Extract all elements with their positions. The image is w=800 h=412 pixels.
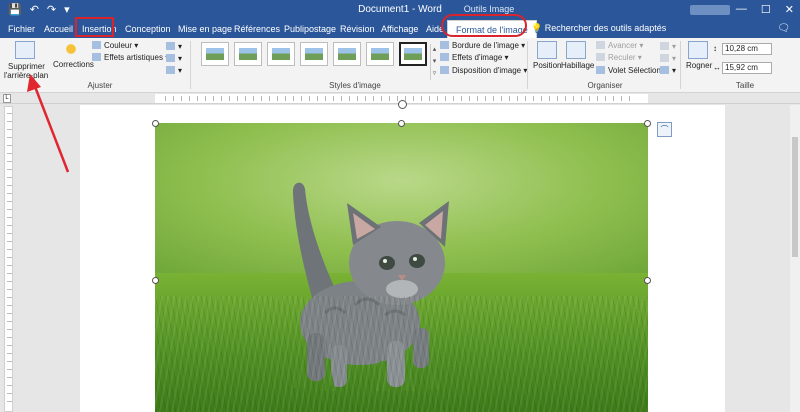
align-icon[interactable]: ▾ xyxy=(660,42,676,52)
send-backward-icon xyxy=(596,53,605,61)
wrap-text-icon xyxy=(566,41,586,59)
selection-pane-label: Volet Sélection xyxy=(608,66,661,75)
send-backward-label: Reculer xyxy=(608,53,636,62)
artistic-effects-icon xyxy=(92,53,101,61)
artistic-effects-label: Effets artistiques xyxy=(104,53,163,62)
picture-effects-label: Effets d'image xyxy=(452,53,503,62)
selection-pane-icon xyxy=(596,66,605,74)
selection-pane-button[interactable]: Volet Sélection xyxy=(596,66,661,76)
document-title: Document1 - Word xyxy=(358,4,442,15)
tab-references[interactable]: Références xyxy=(234,23,280,35)
picture-style-5[interactable] xyxy=(333,42,361,66)
resize-handle-top-right[interactable] xyxy=(644,120,651,127)
group-icon[interactable]: ▾ xyxy=(660,54,676,64)
tab-mise-en-page[interactable]: Mise en page xyxy=(178,23,232,35)
bring-forward-icon xyxy=(596,41,605,49)
picture-style-6[interactable] xyxy=(366,42,394,66)
picture-layout-icon xyxy=(440,66,449,74)
tell-me-search[interactable]: 💡 Rechercher des outils adaptés xyxy=(531,23,666,34)
color-label: Couleur xyxy=(104,41,133,50)
height-field[interactable]: 10,28 cm xyxy=(722,43,772,55)
picture-border-button[interactable]: Bordure de l'image ▾ xyxy=(440,41,525,51)
crop-label: Rogner xyxy=(686,61,713,70)
picture-style-7[interactable] xyxy=(399,42,427,66)
picture-border-icon xyxy=(440,41,449,49)
format-tab-highlight xyxy=(441,14,527,37)
color-button[interactable]: Couleur ▾ xyxy=(92,41,138,51)
remove-background-icon xyxy=(15,41,35,59)
ribbon-tabs: Fichier Accueil Insertion Conception Mis… xyxy=(0,20,800,38)
styles-group-label: Styles d'image xyxy=(329,81,381,90)
width-icon: ↔ xyxy=(713,63,721,72)
rotate-handle[interactable] xyxy=(398,100,407,109)
tell-me-label: Rechercher des outils adaptés xyxy=(544,23,667,33)
separator xyxy=(190,41,191,89)
tab-conception[interactable]: Conception xyxy=(125,23,171,35)
color-icon xyxy=(92,41,101,49)
tab-fichier[interactable]: Fichier xyxy=(8,23,35,35)
comments-icon[interactable]: 🗨 xyxy=(777,23,790,34)
picture-style-1[interactable] xyxy=(201,42,229,66)
position-label: Position xyxy=(533,61,562,70)
close-button[interactable]: ✕ xyxy=(785,3,794,16)
reset-picture-icon[interactable]: ▾ xyxy=(166,66,182,76)
vertical-ruler[interactable] xyxy=(4,106,13,412)
gallery-scroll[interactable]: ▴ ▾ ▿ xyxy=(430,44,438,80)
layout-options-icon[interactable]: ⌒ xyxy=(657,122,672,137)
kitten-figure xyxy=(292,182,449,392)
sun-icon xyxy=(63,41,79,57)
picture-layout-button[interactable]: Disposition d'image ▾ xyxy=(440,66,527,76)
remove-background-label-2: l'arrière-plan xyxy=(4,71,49,80)
tab-selector[interactable]: L xyxy=(3,94,11,103)
resize-handle-left[interactable] xyxy=(152,277,159,284)
picture-layout-label: Disposition d'image xyxy=(452,66,522,75)
insertion-tab-highlight xyxy=(75,17,114,37)
bring-forward-button[interactable]: Avancer ▾ xyxy=(596,41,643,51)
picture-style-2[interactable] xyxy=(234,42,262,66)
resize-handle-top[interactable] xyxy=(398,120,405,127)
scrollbar-thumb[interactable] xyxy=(792,137,798,257)
picture-styles-gallery xyxy=(197,42,429,70)
lightbulb-icon: 💡 xyxy=(531,23,543,33)
send-backward-button[interactable]: Reculer ▾ xyxy=(596,53,642,63)
maximize-button[interactable]: ☐ xyxy=(761,3,771,16)
window-controls: — ☐ ✕ xyxy=(736,3,794,16)
picture-effects-icon xyxy=(440,53,449,61)
tab-accueil[interactable]: Accueil xyxy=(44,23,73,35)
picture-border-label: Bordure de l'image xyxy=(452,41,519,50)
width-field[interactable]: 15,92 cm xyxy=(722,62,772,74)
compress-pictures-icon[interactable]: ▾ xyxy=(166,42,182,52)
kitten-image[interactable] xyxy=(155,123,648,412)
ribbon-body: Supprimer l'arrière-plan Corrections Cou… xyxy=(0,38,800,93)
adjust-group-label: Ajuster xyxy=(87,81,113,90)
corrections-label: Corrections xyxy=(53,60,94,69)
vertical-scrollbar[interactable] xyxy=(790,105,800,412)
picture-effects-button[interactable]: Effets d'image ▾ xyxy=(440,53,509,63)
tab-revision[interactable]: Révision xyxy=(340,23,375,35)
separator xyxy=(680,41,681,89)
picture-style-4[interactable] xyxy=(300,42,328,66)
account-area[interactable] xyxy=(690,5,730,15)
wrap-text-label: Habillage xyxy=(561,61,595,70)
size-group-label: Taille xyxy=(735,81,755,90)
resize-handle-right[interactable] xyxy=(644,277,651,284)
rotate-icon[interactable]: ▾ xyxy=(660,66,676,76)
picture-style-3[interactable] xyxy=(267,42,295,66)
crop-icon xyxy=(688,41,708,59)
arrange-group-label: Organiser xyxy=(587,81,623,90)
change-picture-icon[interactable]: ▾ xyxy=(166,54,182,64)
bring-forward-label: Avancer xyxy=(608,41,638,50)
resize-handle-top-left[interactable] xyxy=(152,120,159,127)
title-bar: 💾 ↶ ↷ ▾ Document1 - Word Outils Image — … xyxy=(0,0,800,20)
minimize-button[interactable]: — xyxy=(736,3,747,16)
tab-affichage[interactable]: Affichage xyxy=(381,23,418,35)
artistic-effects-button[interactable]: Effets artistiques ▾ xyxy=(92,53,169,63)
separator xyxy=(527,41,528,89)
height-icon: ↕ xyxy=(713,44,717,53)
tab-publipostage[interactable]: Publipostage xyxy=(284,23,336,35)
position-icon xyxy=(537,41,557,59)
contextual-group-label: Outils Image xyxy=(463,4,515,14)
